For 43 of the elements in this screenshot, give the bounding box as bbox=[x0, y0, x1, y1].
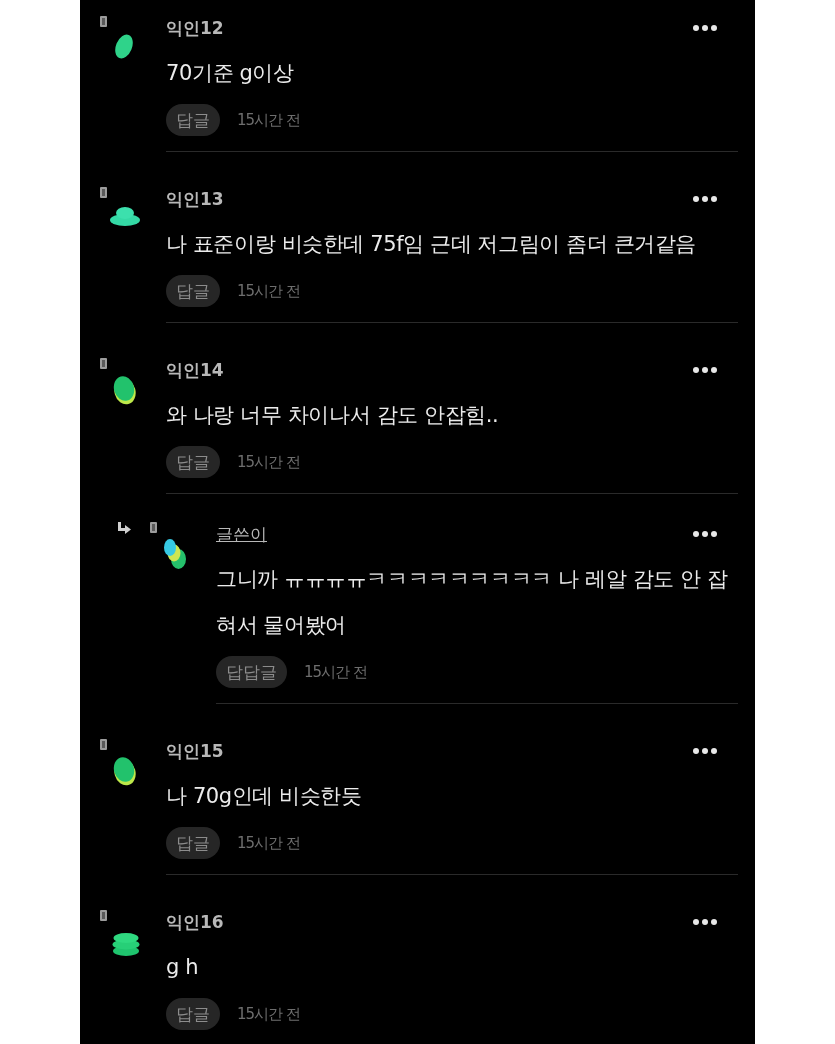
comment-text: 와 나랑 너무 차이나서 감도 안잡힘.. bbox=[166, 402, 500, 429]
more-icon[interactable] bbox=[693, 367, 717, 373]
more-icon[interactable] bbox=[693, 196, 717, 202]
timestamp: 15시간 전 bbox=[237, 833, 300, 853]
overlapping-circles-avatar-icon bbox=[163, 539, 186, 569]
card-icon bbox=[100, 187, 107, 198]
author-name: 익인12 bbox=[166, 17, 224, 40]
comment-text: g h bbox=[166, 954, 200, 981]
more-icon[interactable] bbox=[693, 919, 717, 925]
timestamp: 15시간 전 bbox=[237, 1004, 300, 1024]
card-icon bbox=[100, 910, 107, 921]
reply-button[interactable]: 답글 bbox=[166, 998, 220, 1030]
two-tone-oval-avatar-icon bbox=[113, 375, 136, 405]
reply-button[interactable]: 답답글 bbox=[216, 656, 287, 688]
author-name: 익인16 bbox=[166, 911, 224, 934]
stacked-discs-avatar-icon bbox=[110, 207, 140, 226]
reply-button[interactable]: 답글 bbox=[166, 104, 220, 136]
comment-text: 그니까 ㅠㅠㅠㅠㅋㅋㅋㅋㅋㅋㅋㅋㅋ 나 레알 감도 안 잡혀서 물어봤어 bbox=[216, 566, 729, 639]
card-icon bbox=[100, 739, 107, 750]
comment-text: 나 70g인데 비슷한듯 bbox=[166, 783, 363, 810]
card-icon bbox=[100, 358, 107, 369]
reply-button[interactable]: 답글 bbox=[166, 446, 220, 478]
card-icon bbox=[100, 16, 107, 27]
reply-button[interactable]: 답글 bbox=[166, 275, 220, 307]
timestamp: 15시간 전 bbox=[304, 662, 367, 682]
author-name: 글쓴이 bbox=[216, 523, 267, 546]
more-icon[interactable] bbox=[693, 748, 717, 754]
reply-button[interactable]: 답글 bbox=[166, 827, 220, 859]
author-name: 익인14 bbox=[166, 359, 224, 382]
reply-arrow-icon bbox=[117, 522, 131, 535]
author-name: 익인13 bbox=[166, 188, 224, 211]
comment-text: 70기준 g이상 bbox=[166, 60, 295, 87]
timestamp: 15시간 전 bbox=[237, 452, 300, 472]
timestamp: 15시간 전 bbox=[237, 281, 300, 301]
card-icon bbox=[150, 522, 157, 533]
comment-text: 나 표준이랑 비슷한데 75f임 근데 저그림이 좀더 큰거같음 bbox=[166, 231, 698, 258]
timestamp: 15시간 전 bbox=[237, 110, 300, 130]
two-tone-oval-avatar-icon bbox=[113, 756, 136, 786]
more-icon[interactable] bbox=[693, 531, 717, 537]
more-icon[interactable] bbox=[693, 25, 717, 31]
stacked-discs-avatar-icon bbox=[112, 933, 140, 956]
oval-avatar-icon bbox=[113, 33, 135, 60]
author-name: 익인15 bbox=[166, 740, 224, 763]
